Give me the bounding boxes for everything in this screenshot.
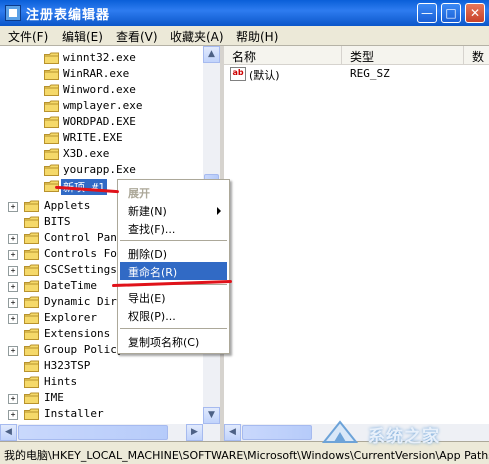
- regedit-app-icon: [5, 5, 21, 21]
- close-button[interactable]: ✕: [465, 3, 485, 23]
- tree-item-label: yourapp.Exe: [63, 163, 136, 176]
- tree-item-label: WRITE.EXE: [63, 131, 123, 144]
- tree-item-label: Hints: [44, 375, 78, 388]
- menu-favorites[interactable]: 收藏夹(A): [170, 28, 224, 45]
- folder-icon: [44, 84, 59, 96]
- tree-item-label: X3D.exe: [63, 147, 110, 160]
- tree-item-label: Explorer: [44, 311, 97, 324]
- column-header-data[interactable]: 数: [464, 46, 489, 65]
- scroll-right-icon[interactable]: ▶: [186, 424, 203, 441]
- context-menu-new[interactable]: 新建(N): [120, 201, 227, 219]
- folder-icon: [24, 392, 39, 404]
- menu-help[interactable]: 帮助(H): [236, 28, 278, 45]
- watermark-text: 系统之家: [368, 427, 440, 447]
- folder-icon: [24, 232, 39, 244]
- list-hscroll-thumb[interactable]: [242, 425, 312, 440]
- registry-editor-window: 注册表编辑器 — □ ✕ 文件(F) 编辑(E) 查看(V) 收藏夹(A) 帮助…: [0, 0, 489, 464]
- folder-icon: [24, 280, 39, 292]
- list-item[interactable]: ab (默认) REG_SZ: [230, 66, 480, 82]
- folder-icon: [24, 200, 39, 212]
- context-menu-find[interactable]: 查找(F)...: [120, 219, 227, 237]
- folder-icon: [24, 312, 39, 324]
- tree-item-label: Applets: [44, 199, 91, 212]
- context-menu-delete[interactable]: 删除(D): [120, 244, 227, 262]
- context-menu-export[interactable]: 导出(E): [120, 288, 227, 306]
- expand-plus-icon[interactable]: +: [8, 410, 18, 420]
- tree-horizontal-scrollbar[interactable]: ◀ ▶: [0, 424, 220, 441]
- tree-item-label: WinRAR.exe: [63, 67, 130, 80]
- menu-edit[interactable]: 编辑(E): [62, 28, 103, 45]
- scroll-left-icon[interactable]: ◀: [0, 424, 17, 441]
- menu-file[interactable]: 文件(F): [8, 28, 48, 45]
- folder-icon: [44, 148, 59, 160]
- folder-icon: [44, 132, 59, 144]
- watermark: 系统之家: [318, 416, 488, 448]
- context-menu-copy-key-name[interactable]: 复制项名称(C): [120, 332, 227, 350]
- tree-item-label: winnt32.exe: [63, 51, 136, 64]
- expand-plus-icon[interactable]: +: [8, 298, 18, 308]
- tree-item-label: WORDPAD.EXE: [63, 115, 136, 128]
- expand-plus-icon[interactable]: +: [8, 394, 18, 404]
- menu-separator: [120, 328, 227, 329]
- tree-item-label: BITS: [44, 215, 71, 228]
- folder-icon: [24, 328, 39, 340]
- expand-plus-icon[interactable]: +: [8, 202, 18, 212]
- folder-icon: [24, 376, 39, 388]
- tree-item-label: Group Policy: [44, 343, 124, 356]
- window-title: 注册表编辑器: [26, 8, 111, 23]
- folder-icon: [24, 248, 39, 260]
- submenu-arrow-icon: [217, 207, 221, 215]
- folder-icon: [24, 360, 39, 372]
- tree-item-label: Extensions: [44, 327, 111, 340]
- expand-plus-icon[interactable]: +: [8, 282, 18, 292]
- minimize-button[interactable]: —: [417, 3, 437, 23]
- title-bar[interactable]: 注册表编辑器 — □ ✕: [0, 0, 489, 26]
- scroll-left-icon[interactable]: ◀: [224, 424, 241, 441]
- column-header-type[interactable]: 类型: [342, 46, 464, 65]
- context-menu-permissions[interactable]: 权限(P)...: [120, 306, 227, 324]
- folder-icon: [44, 52, 59, 64]
- tree-item-label: IME: [44, 391, 64, 404]
- tree-item-label: Installer: [44, 407, 104, 420]
- status-path: 我的电脑\HKEY_LOCAL_MACHINE\SOFTWARE\Microso…: [4, 449, 489, 462]
- context-menu-rename[interactable]: 重命名(R): [120, 262, 227, 280]
- value-name: (默认): [249, 69, 280, 82]
- context-menu: 展开 新建(N) 查找(F)... 删除(D) 重命名(R) 导出(E) 权限(…: [117, 179, 230, 354]
- registry-value-list[interactable]: 名称 类型 数 ab (默认) REG_SZ: [224, 46, 489, 424]
- value-type: REG_SZ: [350, 67, 390, 80]
- maximize-button[interactable]: □: [441, 3, 461, 23]
- folder-icon: [44, 164, 59, 176]
- folder-icon: [44, 116, 59, 128]
- menu-separator: [120, 240, 227, 241]
- folder-icon: [24, 408, 39, 420]
- folder-icon: [24, 296, 39, 308]
- folder-icon: [44, 68, 59, 80]
- expand-plus-icon[interactable]: +: [8, 314, 18, 324]
- tree-hscroll-thumb[interactable]: [18, 425, 168, 440]
- column-header-name[interactable]: 名称: [224, 46, 342, 65]
- tree-item-label: DateTime: [44, 279, 97, 292]
- context-menu-expand[interactable]: 展开: [120, 183, 227, 201]
- expand-plus-icon[interactable]: +: [8, 346, 18, 356]
- expand-plus-icon[interactable]: +: [8, 234, 18, 244]
- scroll-up-icon[interactable]: ▲: [203, 46, 220, 63]
- folder-icon: [44, 100, 59, 112]
- menu-bar: 文件(F) 编辑(E) 查看(V) 收藏夹(A) 帮助(H): [0, 26, 489, 46]
- watermark-logo-icon: [321, 420, 359, 443]
- tree-item-label: CSCSettings: [44, 263, 117, 276]
- folder-icon: [24, 216, 39, 228]
- tree-item-label: Winword.exe: [63, 83, 136, 96]
- tree-item-label: wmplayer.exe: [63, 99, 143, 112]
- folder-icon: [24, 264, 39, 276]
- scroll-down-icon[interactable]: ▼: [203, 407, 220, 424]
- expand-plus-icon[interactable]: +: [8, 266, 18, 276]
- string-value-icon: ab: [230, 67, 246, 81]
- tree-item-label: H323TSP: [44, 359, 91, 372]
- folder-icon: [24, 344, 39, 356]
- expand-plus-icon[interactable]: +: [8, 250, 18, 260]
- menu-view[interactable]: 查看(V): [116, 28, 158, 45]
